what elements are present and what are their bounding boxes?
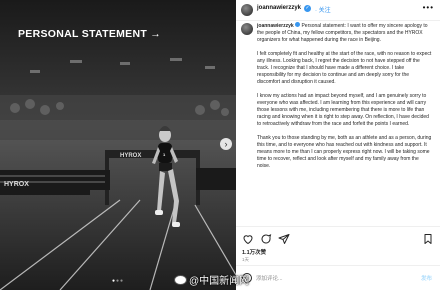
race-photo-illustration: HYROX HYROX 1 bbox=[0, 0, 236, 290]
weibo-watermark: @中国新闻网 bbox=[174, 272, 249, 288]
gate-sign: HYROX bbox=[120, 153, 141, 159]
post-date: 1天 bbox=[242, 257, 250, 262]
post-comment-button[interactable]: 发布 bbox=[421, 274, 432, 282]
caption-area: joannawierzzyk Personal statement: I wan… bbox=[236, 21, 440, 226]
post-details-panel: joannawierzzyk ✓ · 关注 ••• joannawierzzyk… bbox=[236, 0, 440, 290]
watermark-text: @中国新闻网 bbox=[189, 276, 250, 287]
verified-badge-icon: ✓ bbox=[304, 5, 311, 12]
like-heart-icon[interactable] bbox=[242, 233, 254, 245]
post-actions: 1.1万次赞 1天 ☺ 添加评论... 发布 bbox=[236, 226, 440, 291]
photo-caption: PERSONAL STATEMENT → bbox=[18, 28, 162, 40]
instagram-post: HYROX HYROX 1 PERSONAL STATEMENT → › ●●●… bbox=[0, 0, 440, 290]
barrier-sign: HYROX bbox=[4, 181, 29, 188]
next-image-button[interactable]: › bbox=[220, 138, 232, 150]
share-icon[interactable] bbox=[278, 233, 290, 245]
weibo-logo-icon bbox=[174, 275, 187, 285]
more-options-icon[interactable]: ••• bbox=[423, 3, 434, 12]
caption-text: joannawierzzyk Personal statement: I wan… bbox=[257, 22, 433, 177]
caption-paragraph-3: I know my actions had an impact beyond m… bbox=[257, 92, 429, 128]
like-count[interactable]: 1.1万次赞 bbox=[242, 248, 266, 256]
bookmark-icon[interactable] bbox=[422, 233, 434, 245]
caption-username[interactable]: joannawierzzyk bbox=[257, 23, 294, 29]
comment-input[interactable]: 添加评论... bbox=[256, 274, 283, 282]
post-photo[interactable]: HYROX HYROX 1 PERSONAL STATEMENT → › ●●● bbox=[0, 0, 236, 290]
avatar[interactable] bbox=[241, 4, 253, 16]
comment-row: ☺ 添加评论... 发布 bbox=[236, 265, 440, 292]
follow-button[interactable]: · 关注 bbox=[315, 5, 331, 14]
post-header: joannawierzzyk ✓ · 关注 ••• bbox=[236, 0, 440, 21]
caption-avatar[interactable] bbox=[241, 23, 253, 35]
caption-paragraph-2: I felt completely fit and healthy at the… bbox=[257, 50, 432, 86]
username-link[interactable]: joannawierzzyk bbox=[257, 5, 301, 11]
verified-icon bbox=[295, 22, 301, 27]
comment-icon[interactable] bbox=[260, 233, 272, 245]
caption-paragraph-4: Thank you to those standing by me, both … bbox=[257, 134, 432, 170]
